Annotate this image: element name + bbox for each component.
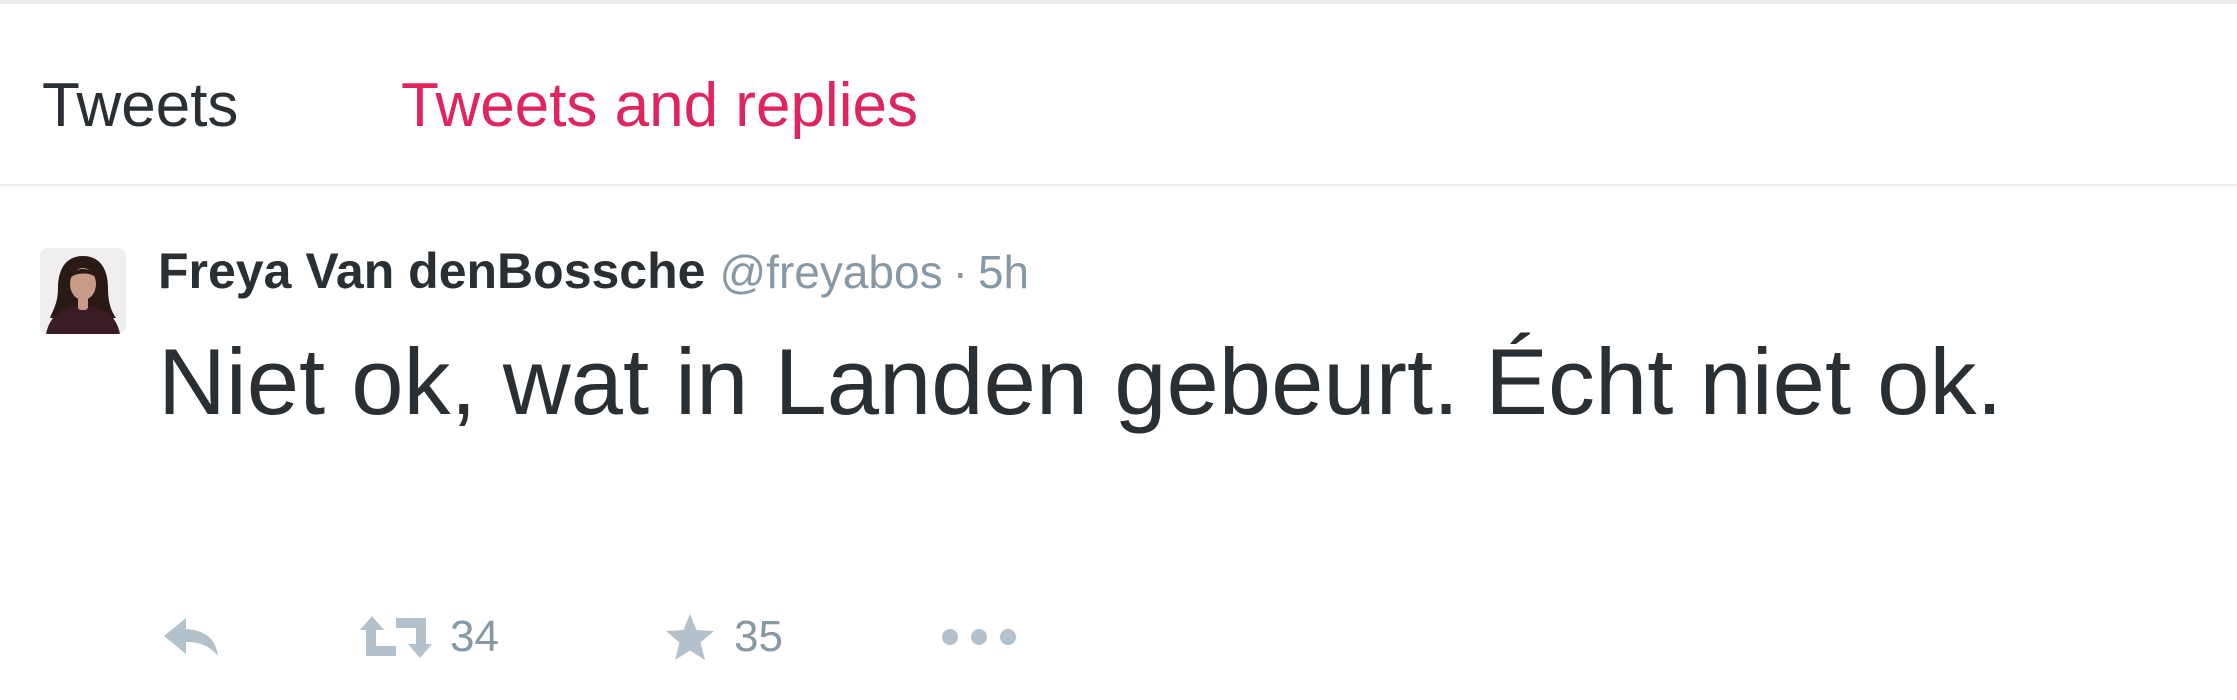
retweet-icon [360,616,432,658]
favorite-count: 35 [734,612,783,661]
profile-timeline: Tweets Tweets and replies Freya Van denB… [0,0,2237,700]
tweet-timestamp[interactable]: 5h [978,246,1029,298]
tweet[interactable]: Freya Van denBossche @freyabos · 5h Niet ok… [0,186,2237,700]
reply-button[interactable] [160,602,222,672]
tweet-text: Niet ok, wat in Landen gebeurt. Écht nie… [158,329,2003,434]
author-fullname[interactable]: Freya Van denBossche [158,243,705,299]
tab-tweets[interactable]: Tweets [42,66,238,146]
favorite-button[interactable]: 35 [664,602,783,672]
timeline-tabs: Tweets Tweets and replies [0,4,2237,186]
retweet-button[interactable]: 34 [360,602,499,672]
header-separator: · [952,246,968,298]
tab-tweets-and-replies[interactable]: Tweets and replies [401,66,918,146]
more-button[interactable] [940,602,1018,672]
tweet-header: Freya Van denBossche @freyabos · 5h [158,238,1029,317]
avatar-image [40,248,126,334]
tweet-actions: 34 35 [158,602,1158,672]
reply-icon [164,618,218,656]
star-icon [666,614,714,660]
author-username[interactable]: @freyabos [719,246,942,298]
more-dots-icon [942,629,1016,645]
avatar[interactable] [40,248,126,334]
retweet-count: 34 [450,612,499,661]
